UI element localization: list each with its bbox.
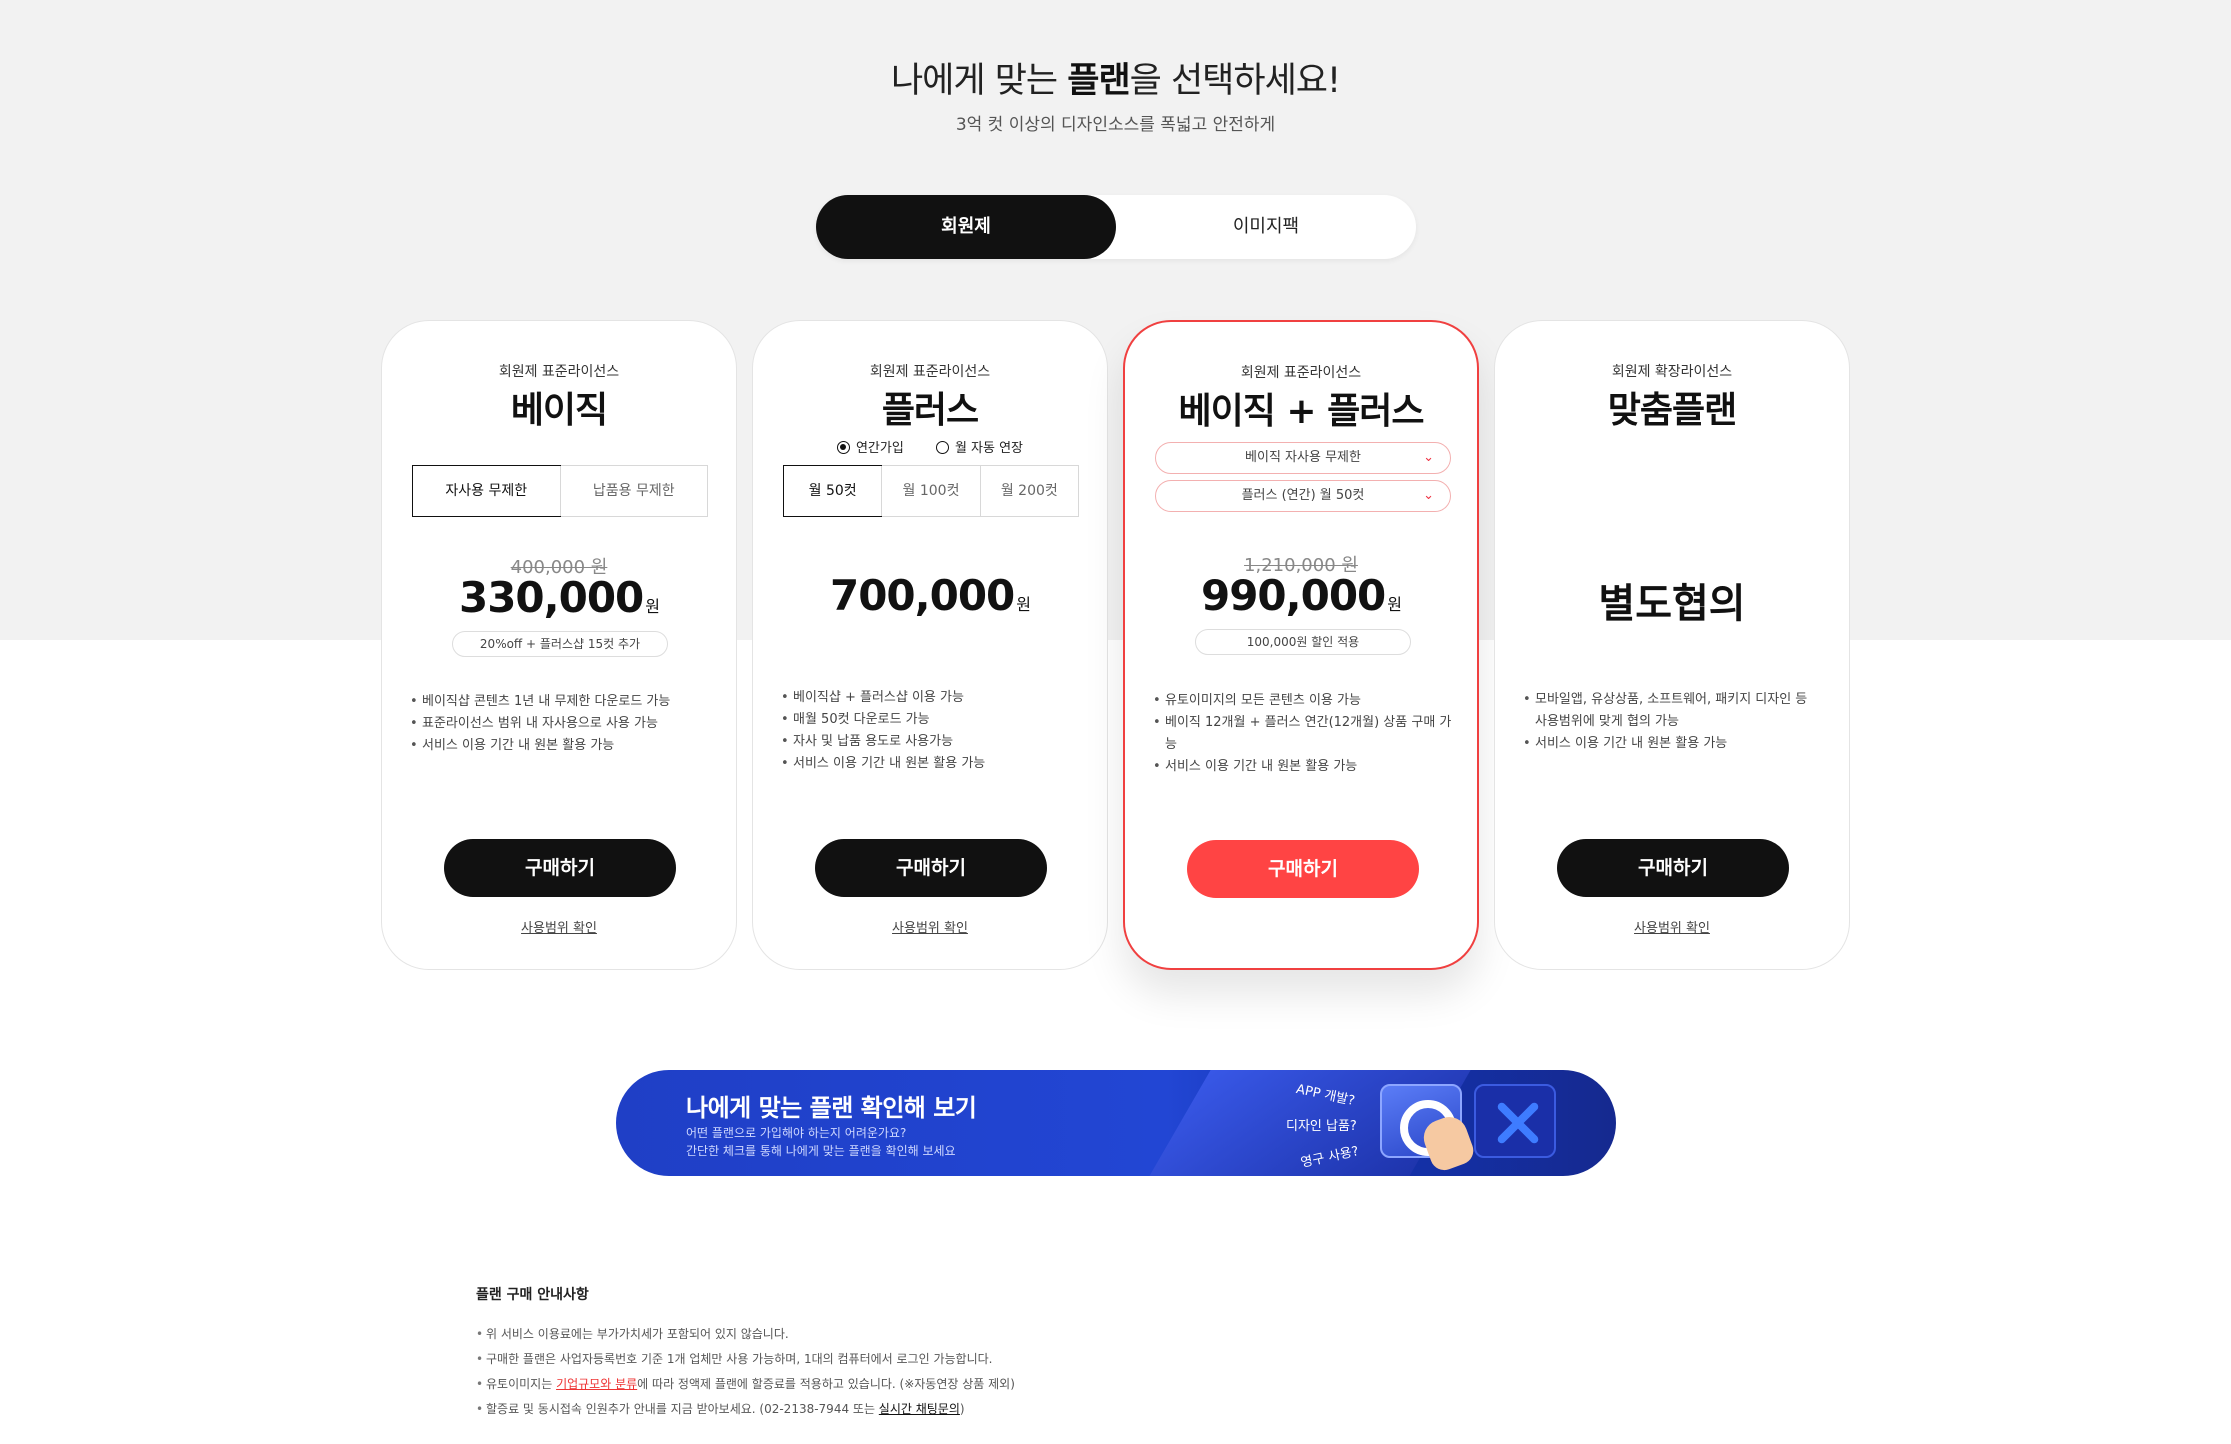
company-size-link[interactable]: 기업규모와 분류 — [556, 1377, 637, 1391]
feature-item: 베이직샵 + 플러스샵 이용 가능 — [781, 687, 1081, 709]
plan-card-basic: 회원제 표준라이선스 베이직 자사용 무제한 납품용 무제한 400,000 원… — [381, 320, 737, 970]
buy-button[interactable]: 구매하기 — [444, 839, 676, 897]
plan-card-custom: 회원제 확장라이선스 맞춤플랜 별도협의 모바일앱, 유상상품, 소프트웨어, … — [1494, 320, 1850, 970]
radio-checked-icon — [836, 441, 850, 454]
note-item: 유토이미지는 기업규모와 분류에 따라 정액제 플랜에 할증료를 적용하고 있습… — [476, 1372, 1776, 1397]
usage-scope-link-wrap: 사용범위 확인 — [1495, 917, 1849, 936]
plan-finder-banner[interactable]: 나에게 맞는 플랜 확인해 보기 어떤 플랜으로 가입해야 하는지 어려운가요?… — [616, 1070, 1616, 1176]
usage-scope-link-wrap: 사용범위 확인 — [382, 917, 736, 936]
plan-kind: 회원제 표준라이선스 — [498, 364, 620, 380]
page-title: 나에게 맞는 플랜을 선택하세요! — [890, 61, 1341, 101]
plan-kind: 회원제 표준라이선스 — [1240, 365, 1362, 381]
feature-item: 모바일앱, 유상상품, 소프트웨어, 패키지 디자인 등 사용범위에 맞게 협의… — [1523, 689, 1823, 733]
note-item: 위 서비스 이용료에는 부가가치세가 포함되어 있지 않습니다. — [476, 1322, 1776, 1347]
chevron-down-icon: ⌄ — [1423, 488, 1434, 503]
x-icon — [1474, 1084, 1556, 1158]
price: 330,000 원 — [458, 573, 660, 622]
usage-scope-link[interactable]: 사용범위 확인 — [892, 921, 968, 936]
feature-item: 서비스 이용 기간 내 원본 활용 가능 — [1523, 733, 1823, 755]
price-negotiable: 별도협의 — [1598, 581, 1746, 627]
option-200[interactable]: 월 200컷 — [979, 466, 1078, 516]
plan-name: 베이직 — [510, 390, 608, 431]
tab-image-pack[interactable]: 이미지팩 — [1116, 195, 1416, 259]
plus-option-dropdown[interactable]: 플러스 (연간) 월 50컷 ⌄ — [1155, 480, 1451, 512]
billing-radio-group: 연간가입 월 자동 연장 — [753, 437, 1107, 456]
option-50[interactable]: 월 50컷 — [783, 465, 883, 517]
price: 700,000 원 — [829, 571, 1031, 620]
buy-button[interactable]: 구매하기 — [1557, 839, 1789, 897]
option-100[interactable]: 월 100컷 — [881, 466, 979, 516]
feature-item: 서비스 이용 기간 내 원본 활용 가능 — [781, 753, 1081, 775]
discount-badge: 100,000원 할인 적용 — [1195, 629, 1411, 655]
plan-card-plus: 회원제 표준라이선스 플러스 연간가입 월 자동 연장 월 50컷 월 100컷… — [752, 320, 1108, 970]
radio-unchecked-icon — [935, 441, 949, 454]
notes-list: 위 서비스 이용료에는 부가가치세가 포함되어 있지 않습니다. 구매한 플랜은… — [476, 1322, 1776, 1422]
banner-question: 디자인 납품? — [1286, 1119, 1357, 1134]
live-chat-link[interactable]: 실시간 채팅문의 — [879, 1402, 960, 1416]
price: 990,000 원 — [1200, 571, 1402, 620]
feature-list: 모바일앱, 유상상품, 소프트웨어, 패키지 디자인 등 사용범위에 맞게 협의… — [1523, 689, 1823, 755]
plan-kind: 회원제 확장라이선스 — [1611, 364, 1733, 380]
tab-membership[interactable]: 회원제 — [816, 195, 1116, 259]
buy-button[interactable]: 구매하기 — [815, 839, 1047, 897]
purchase-notes: 플랜 구매 안내사항 위 서비스 이용료에는 부가가치세가 포함되어 있지 않습… — [476, 1284, 1776, 1422]
feature-list: 유토이미지의 모든 콘텐츠 이용 가능 베이직 12개월 + 플러스 연간(12… — [1153, 690, 1453, 778]
plan-kind: 회원제 표준라이선스 — [869, 364, 991, 380]
feature-list: 베이직샵 콘텐츠 1년 내 무제한 다운로드 가능 표준라이선스 범위 내 자사… — [410, 691, 710, 757]
buy-button[interactable]: 구매하기 — [1187, 840, 1419, 898]
feature-item: 베이직 12개월 + 플러스 연간(12개월) 상품 구매 가능 — [1153, 712, 1453, 756]
notes-title: 플랜 구매 안내사항 — [476, 1287, 589, 1303]
banner-subtitle: 어떤 플랜으로 가입해야 하는지 어려운가요? 간단한 체크를 통해 나에게 맞는… — [686, 1126, 956, 1158]
option-in-house[interactable]: 자사용 무제한 — [412, 465, 561, 517]
plan-type-toggle: 회원제 이미지팩 — [816, 195, 1416, 259]
feature-item: 서비스 이용 기간 내 원본 활용 가능 — [410, 735, 710, 757]
option-delivery[interactable]: 납품용 무제한 — [559, 466, 708, 516]
note-item: 구매한 플랜은 사업자등록번호 기준 1개 업체만 사용 가능하며, 1대의 컴… — [476, 1347, 1776, 1372]
usage-scope-link[interactable]: 사용범위 확인 — [521, 921, 597, 936]
plan-name: 맞춤플랜 — [1607, 390, 1737, 431]
discount-badge: 20%off + 플러스샵 15컷 추가 — [452, 631, 668, 657]
usage-scope-link[interactable]: 사용범위 확인 — [1634, 921, 1710, 936]
plan-name: 베이직 + 플러스 — [1178, 391, 1425, 432]
usage-option-selector: 자사용 무제한 납품용 무제한 — [412, 465, 708, 517]
note-item: 할증료 및 동시접속 인원추가 안내를 지금 받아보세요. (02-2138-7… — [476, 1397, 1776, 1422]
plan-card-combo: 회원제 표준라이선스 베이직 + 플러스 베이직 자사용 무제한 ⌄ 플러스 (연… — [1123, 320, 1479, 970]
quota-option-selector: 월 50컷 월 100컷 월 200컷 — [783, 465, 1079, 517]
feature-item: 자사 및 납품 용도로 사용가능 — [781, 731, 1081, 753]
basic-option-dropdown[interactable]: 베이직 자사용 무제한 ⌄ — [1155, 442, 1451, 474]
feature-item: 유토이미지의 모든 콘텐츠 이용 가능 — [1153, 690, 1453, 712]
banner-title: 나에게 맞는 플랜 확인해 보기 — [686, 1094, 977, 1122]
radio-annual[interactable]: 연간가입 — [836, 437, 904, 456]
usage-scope-link-wrap: 사용범위 확인 — [753, 917, 1107, 936]
feature-item: 표준라이선스 범위 내 자사용으로 사용 가능 — [410, 713, 710, 735]
feature-list: 베이직샵 + 플러스샵 이용 가능 매월 50컷 다운로드 가능 자사 및 납품… — [781, 687, 1081, 775]
feature-item: 베이직샵 콘텐츠 1년 내 무제한 다운로드 가능 — [410, 691, 710, 713]
plan-name: 플러스 — [881, 390, 979, 431]
chevron-down-icon: ⌄ — [1423, 450, 1434, 465]
feature-item: 서비스 이용 기간 내 원본 활용 가능 — [1153, 756, 1453, 778]
feature-item: 매월 50컷 다운로드 가능 — [781, 709, 1081, 731]
page-subtitle: 3억 컷 이상의 디자인소스를 폭넓고 안전하게 — [955, 115, 1276, 135]
radio-monthly-auto[interactable]: 월 자동 연장 — [935, 437, 1023, 456]
